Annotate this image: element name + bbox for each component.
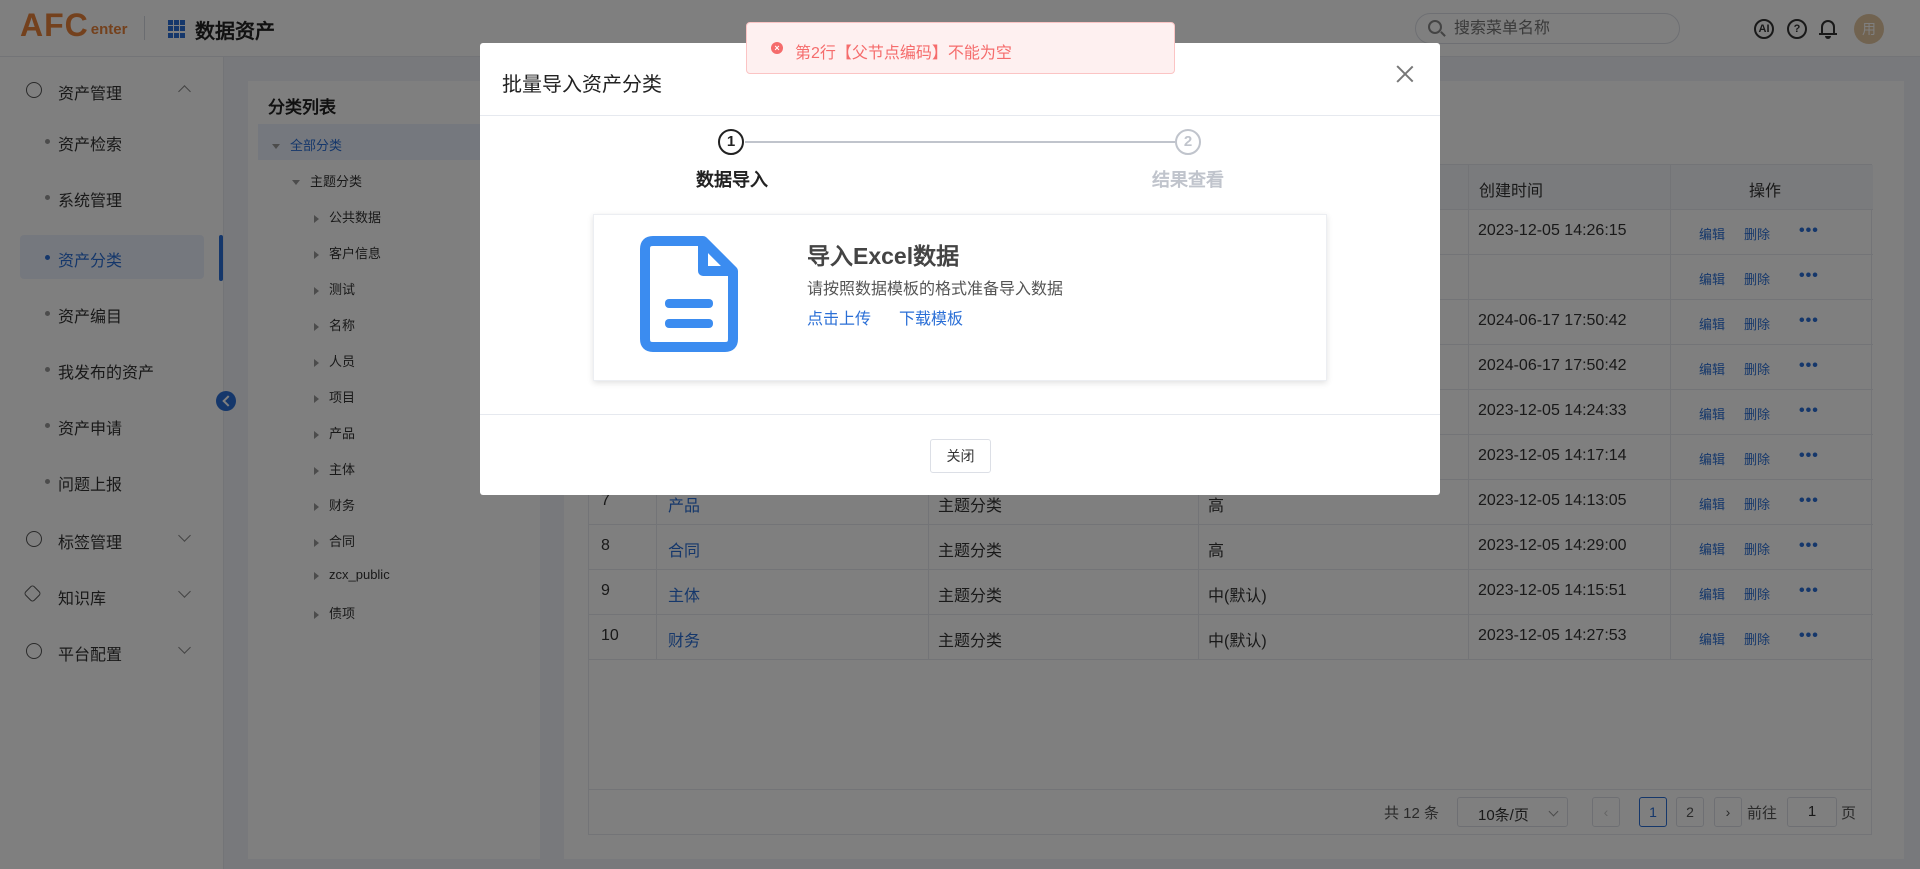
dialog-title: 批量导入资产分类	[502, 74, 662, 96]
toast-message: 第2行【父节点编码】不能为空	[795, 45, 1012, 62]
dialog-divider	[480, 414, 1440, 415]
step-connector	[745, 141, 1175, 143]
step-2-label: 结果查看	[1152, 170, 1224, 190]
close-icon[interactable]	[1396, 65, 1414, 83]
card-description: 请按照数据模板的格式准备导入数据	[807, 281, 1064, 298]
close-button[interactable]: 关闭	[930, 439, 991, 473]
download-template-link[interactable]: 下载模板	[899, 305, 963, 329]
step-1-label: 数据导入	[696, 170, 768, 190]
batch-import-dialog: 批量导入资产分类 1 2 数据导入 结果查看 导入Excel数据 请按照数据模板…	[480, 43, 1440, 495]
upload-link[interactable]: 点击上传	[807, 305, 871, 329]
document-icon	[640, 236, 738, 352]
error-toast: × 第2行【父节点编码】不能为空	[746, 22, 1175, 74]
error-icon: ×	[771, 42, 783, 54]
import-card: 导入Excel数据 请按照数据模板的格式准备导入数据 点击上传 下载模板	[593, 214, 1327, 381]
step-1-indicator: 1	[718, 129, 744, 155]
dialog-divider	[480, 115, 1440, 116]
step-2-indicator: 2	[1175, 129, 1201, 155]
card-title: 导入Excel数据	[807, 243, 960, 269]
